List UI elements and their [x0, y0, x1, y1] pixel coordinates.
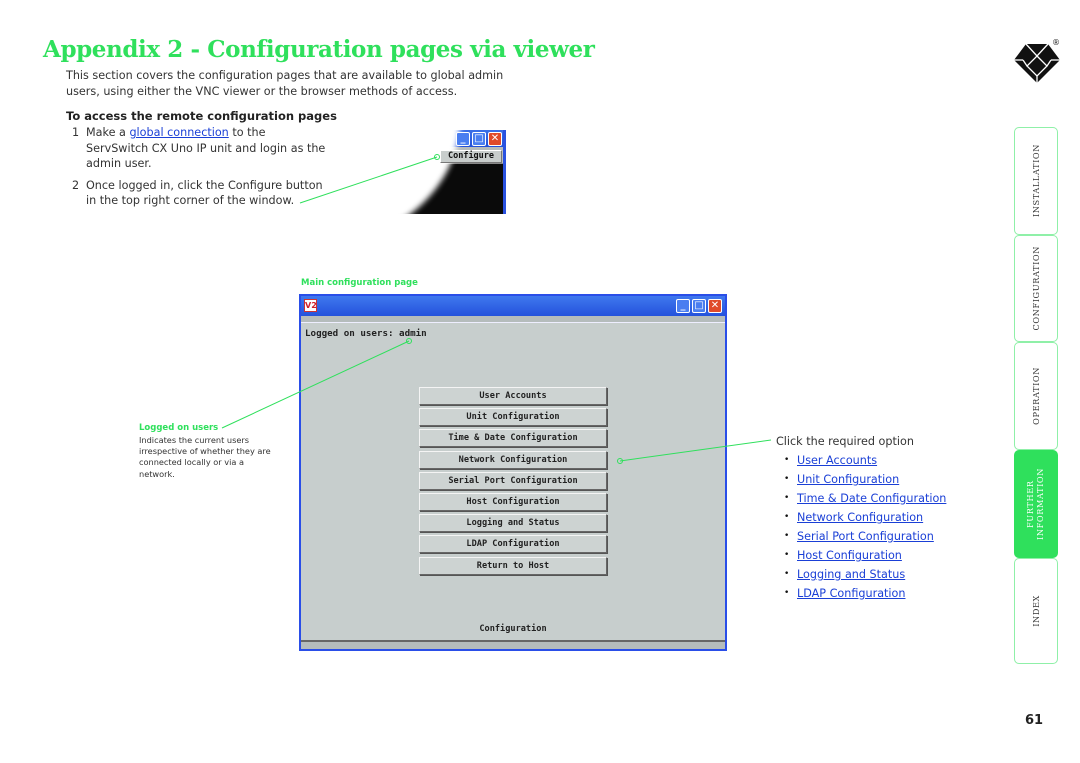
main-config-window: V2 _ □ ✕ Logged on users: admin User Acc… — [299, 294, 727, 651]
global-connection-link[interactable]: global connection — [129, 126, 228, 139]
step-2: 2 Once logged in, click the Configure bu… — [72, 178, 332, 209]
step-number: 2 — [72, 178, 80, 192]
step-text: Make a global connection to the ServSwit… — [86, 125, 331, 172]
step-1: 1 Make a global connection to the ServSw… — [72, 125, 332, 172]
section-subheading: To access the remote configuration pages — [66, 109, 337, 123]
tab-label: FURTHER INFORMATION — [1025, 468, 1045, 540]
bullet-icon: • — [784, 569, 790, 579]
bullet-icon: • — [784, 550, 790, 560]
step-number: 1 — [72, 126, 80, 139]
close-icon: ✕ — [710, 300, 720, 311]
logging-status-link[interactable]: Logging and Status — [797, 568, 905, 581]
time-date-configuration-button[interactable]: Time & Date Configuration — [419, 429, 607, 448]
maximize-button[interactable]: □ — [692, 299, 706, 313]
section-tabs: INSTALLATION CONFIGURATION OPERATION FUR… — [1014, 127, 1058, 664]
return-to-host-button[interactable]: Return to Host — [419, 556, 607, 575]
close-icon: ✕ — [490, 133, 500, 144]
bullet-icon: • — [784, 474, 790, 484]
unit-configuration-link[interactable]: Unit Configuration — [797, 473, 899, 486]
close-button[interactable]: ✕ — [708, 299, 722, 313]
maximize-icon: □ — [694, 300, 704, 311]
window-statusbar — [301, 640, 725, 649]
window-titlebar: V2 _ □ ✕ — [301, 296, 725, 316]
ldap-configuration-button[interactable]: LDAP Configuration — [419, 535, 607, 554]
tab-configuration[interactable]: CONFIGURATION — [1014, 235, 1058, 342]
minimize-button[interactable]: _ — [456, 132, 470, 146]
logging-status-button[interactable]: Logging and Status — [419, 514, 607, 533]
tab-operation[interactable]: OPERATION — [1014, 342, 1058, 450]
bullet-icon: • — [784, 493, 790, 503]
host-configuration-button[interactable]: Host Configuration — [419, 492, 607, 511]
config-menu: User Accounts Unit Configuration Time & … — [419, 387, 609, 578]
minimize-icon: _ — [460, 133, 466, 144]
network-configuration-button[interactable]: Network Configuration — [419, 450, 607, 469]
tab-label: OPERATION — [1031, 367, 1041, 425]
page-number: 61 — [1025, 713, 1044, 728]
steps-list: 1 Make a global connection to the ServSw… — [72, 125, 332, 215]
window-controls: _ □ ✕ — [676, 299, 722, 313]
list-item: • Unit Configuration — [784, 470, 946, 489]
list-item: • Time & Date Configuration — [784, 489, 946, 508]
window-toolstrip — [301, 316, 725, 323]
minimize-button[interactable]: _ — [676, 299, 690, 313]
configure-window-crop: _ □ ✕ Configure — [340, 130, 506, 214]
configure-button[interactable]: Configure — [440, 150, 502, 163]
step-text-pre: Make a — [86, 126, 130, 139]
maximize-button[interactable]: □ — [472, 132, 486, 146]
window-footer-label: Configuration — [479, 624, 547, 634]
time-date-configuration-link[interactable]: Time & Date Configuration — [797, 492, 946, 505]
tab-installation[interactable]: INSTALLATION — [1014, 127, 1058, 235]
vnc-app-icon: V2 — [304, 299, 317, 312]
list-item: • LDAP Configuration — [784, 584, 946, 603]
page-title: Appendix 2 - Configuration pages via vie… — [43, 36, 595, 63]
bullet-icon: • — [784, 512, 790, 522]
logged-users-readout: Logged on users: admin — [305, 328, 427, 339]
maximize-icon: □ — [474, 133, 484, 144]
list-item: • Host Configuration — [784, 546, 946, 565]
serial-port-configuration-link[interactable]: Serial Port Configuration — [797, 530, 934, 543]
list-item: • Serial Port Configuration — [784, 527, 946, 546]
close-button[interactable]: ✕ — [488, 132, 502, 146]
bullet-icon: • — [784, 588, 790, 598]
main-config-caption: Main configuration page — [301, 278, 418, 288]
step-text: Once logged in, click the Configure butt… — [86, 178, 323, 208]
logged-users-note-heading: Logged on users — [139, 423, 219, 433]
unit-configuration-button[interactable]: Unit Configuration — [419, 408, 607, 427]
ldap-configuration-link[interactable]: LDAP Configuration — [797, 587, 905, 600]
list-item: • Network Configuration — [784, 508, 946, 527]
host-configuration-link[interactable]: Host Configuration — [797, 549, 902, 562]
list-item: • User Accounts — [784, 451, 946, 470]
bullet-icon: • — [784, 455, 790, 465]
tab-label: INDEX — [1031, 595, 1041, 627]
tab-further-information[interactable]: FURTHER INFORMATION — [1014, 450, 1058, 558]
tab-index[interactable]: INDEX — [1014, 558, 1058, 664]
serial-port-configuration-button[interactable]: Serial Port Configuration — [419, 471, 607, 490]
user-accounts-button[interactable]: User Accounts — [419, 387, 607, 405]
window-border — [503, 130, 506, 214]
bullet-icon: • — [784, 531, 790, 541]
tab-label: CONFIGURATION — [1031, 246, 1041, 331]
network-configuration-link[interactable]: Network Configuration — [797, 511, 923, 524]
options-list: Click the required option • User Accounts… — [776, 432, 946, 603]
options-intro: Click the required option — [776, 435, 914, 448]
list-item: • Logging and Status — [784, 565, 946, 584]
intro-paragraph: This section covers the configuration pa… — [66, 69, 504, 98]
logged-users-note: Indicates the current users irrespective… — [139, 435, 271, 479]
user-accounts-link[interactable]: User Accounts — [797, 454, 877, 467]
tab-label: INSTALLATION — [1031, 144, 1041, 218]
window-controls: _ □ ✕ — [456, 132, 502, 146]
minimize-icon: _ — [680, 300, 686, 311]
registered-mark: ® — [1052, 38, 1060, 47]
